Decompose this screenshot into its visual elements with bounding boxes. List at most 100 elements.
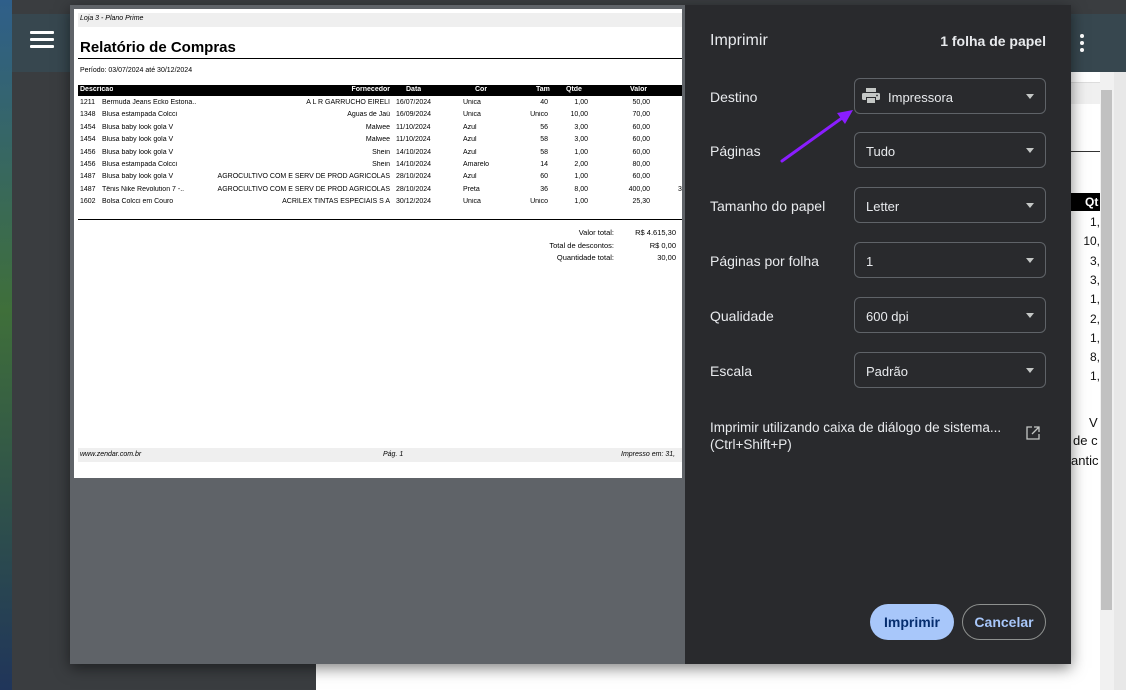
cell-cor: Azul: [463, 173, 477, 181]
cell-desc: Blusa baby look gola V: [102, 123, 174, 131]
cell-cod: 1456: [80, 148, 96, 156]
cell-tam: 58: [540, 148, 548, 156]
cell-forn: Águas de Jaú: [347, 111, 390, 119]
cell-extra: 3: [678, 185, 682, 193]
app-qt-value: 3,: [1089, 272, 1100, 287]
cell-tam: 36: [540, 185, 548, 193]
app-qt-value: 2,: [1089, 311, 1100, 326]
table-row: 1487 Blusa baby look gola V AGROCULTIVO CO…: [78, 172, 682, 184]
cell-tam: Único: [530, 111, 548, 119]
table-row: 1456 Blusa estampada Colcci Shein 14/10/202…: [78, 160, 682, 172]
app-scrollbar-thumb[interactable]: [1101, 90, 1112, 610]
cell-forn: Shein: [372, 148, 390, 156]
cell-tam: 56: [540, 123, 548, 131]
cell-data: 30/12/2024: [396, 198, 432, 206]
cell-tam: 40: [540, 99, 548, 106]
scale-value: Padrão: [866, 364, 908, 379]
footer-printed: Impresso em: 31,: [621, 451, 676, 458]
col-data: Data: [406, 86, 422, 93]
print-settings-panel: Imprimir 1 folha de papel Destino Impres…: [685, 5, 1071, 664]
destination-select[interactable]: Impressora: [854, 78, 1046, 114]
report-title-rule: [78, 58, 682, 59]
cell-data: 11/10/2024: [396, 136, 431, 144]
desktop-wallpaper: [0, 0, 12, 690]
cell-cod: 1454: [80, 123, 96, 131]
cell-valor: 60,00: [632, 148, 650, 156]
cell-qtde: 1,00: [574, 148, 588, 156]
cancel-button[interactable]: Cancelar: [962, 604, 1046, 640]
cell-desc: Blusa baby look gola V: [102, 136, 174, 144]
cell-cod: 1487: [80, 173, 96, 181]
window-edge: [1114, 72, 1126, 690]
cell-valor: 60,00: [632, 123, 650, 131]
report-end-rule: [78, 219, 682, 220]
cell-valor: 70,00: [632, 111, 650, 119]
dropdown-caret-icon: [1026, 368, 1034, 373]
print-button[interactable]: Imprimir: [870, 604, 954, 640]
cell-valor: 50,00: [632, 99, 650, 106]
cell-forn: A L R GARRUCHO EIRELI: [306, 99, 390, 106]
cell-data: 11/10/2024: [396, 123, 431, 131]
scale-select[interactable]: Padrão: [854, 352, 1046, 388]
table-row: 1454 Blusa baby look gola V Malwee 11/10/20…: [78, 123, 682, 135]
cell-forn: ACRILEX TINTAS ESPECIAIS S A: [282, 198, 390, 206]
table-row: 1348 Blusa estampada Colcci Águas de Jaú 16…: [78, 110, 682, 122]
cell-desc: Bermuda Jeans Ecko Estona..: [102, 99, 197, 106]
preview-page: Loja 3 - Plano Prime Relatório de Compra…: [74, 9, 682, 478]
destination-value: Impressora: [888, 90, 954, 105]
cell-cod: 1454: [80, 136, 96, 144]
table-row: 1602 Bolsa Colcci em Couro ACRILEX TINTAS …: [78, 197, 682, 209]
pages-per-sheet-select[interactable]: 1: [854, 242, 1046, 278]
cell-desc: Blusa estampada Colcci: [102, 111, 178, 119]
hamburger-menu-icon[interactable]: [30, 31, 54, 55]
destination-label: Destino: [710, 89, 758, 105]
cell-valor: 60,00: [632, 173, 650, 181]
pages-per-sheet-value: 1: [866, 254, 874, 269]
cell-qtde: 8,00: [574, 185, 588, 193]
pages-label: Páginas: [710, 143, 761, 159]
print-dialog: Loja 3 - Plano Prime Relatório de Compra…: [70, 5, 1071, 664]
paper-size-value: Letter: [866, 199, 900, 214]
cell-qtde: 1,00: [574, 198, 588, 206]
total-label: Total de descontos:: [549, 240, 614, 250]
page-footer-band: [78, 448, 682, 462]
quality-select[interactable]: 600 dpi: [854, 297, 1046, 333]
paper-size-select[interactable]: Letter: [854, 187, 1046, 223]
open-external-icon[interactable]: [1026, 426, 1040, 440]
cell-forn: Malwee: [365, 123, 390, 131]
cell-cod: 1602: [80, 198, 96, 206]
cell-valor: 25,30: [632, 198, 650, 206]
cell-tam: 58: [540, 136, 548, 144]
cell-cod: 1211: [80, 99, 96, 106]
cell-cod: 1487: [80, 185, 96, 193]
system-dialog-link[interactable]: Imprimir utilizando caixa de diálogo de …: [710, 419, 1010, 453]
app-qt-header: Qt: [1071, 193, 1100, 211]
cell-cor: Azul: [463, 123, 477, 131]
cell-data: 14/10/2024: [396, 148, 432, 156]
cell-tam: Único: [530, 198, 548, 206]
cell-valor: 60,00: [632, 136, 650, 144]
app-qt-value: 1,: [1089, 330, 1100, 345]
cell-qtde: 10,00: [570, 111, 588, 119]
cell-cor: Amarelo: [463, 161, 490, 168]
pages-select[interactable]: Tudo: [854, 132, 1046, 168]
page-header-band: [78, 13, 682, 27]
cell-forn: AGROCULTIVO COM E SERV DE PROD AGRICOLAS: [217, 185, 390, 193]
pages-per-sheet-label: Páginas por folha: [710, 253, 819, 269]
table-row: 1456 Blusa baby look gola V Shein 14/10/202…: [78, 148, 682, 160]
cell-data: 14/10/2024: [396, 161, 432, 168]
cell-desc: Bolsa Colcci em Couro: [102, 198, 174, 206]
paper-size-label: Tamanho do papel: [710, 198, 826, 214]
cell-forn: Malwee: [365, 136, 390, 144]
cell-cor: Azul: [463, 136, 477, 144]
col-tam: Tam: [536, 86, 550, 93]
app-qt-value: 1,: [1089, 292, 1100, 307]
cell-tam: 60: [540, 173, 548, 181]
cell-data: 28/10/2024: [396, 173, 432, 181]
cell-data: 16/07/2024: [396, 99, 432, 106]
total-value: R$ 0,00: [649, 240, 676, 250]
scale-label: Escala: [710, 363, 753, 379]
cell-cod: 1348: [80, 111, 96, 119]
more-options-icon[interactable]: [1077, 34, 1087, 56]
quality-value: 600 dpi: [866, 309, 909, 324]
